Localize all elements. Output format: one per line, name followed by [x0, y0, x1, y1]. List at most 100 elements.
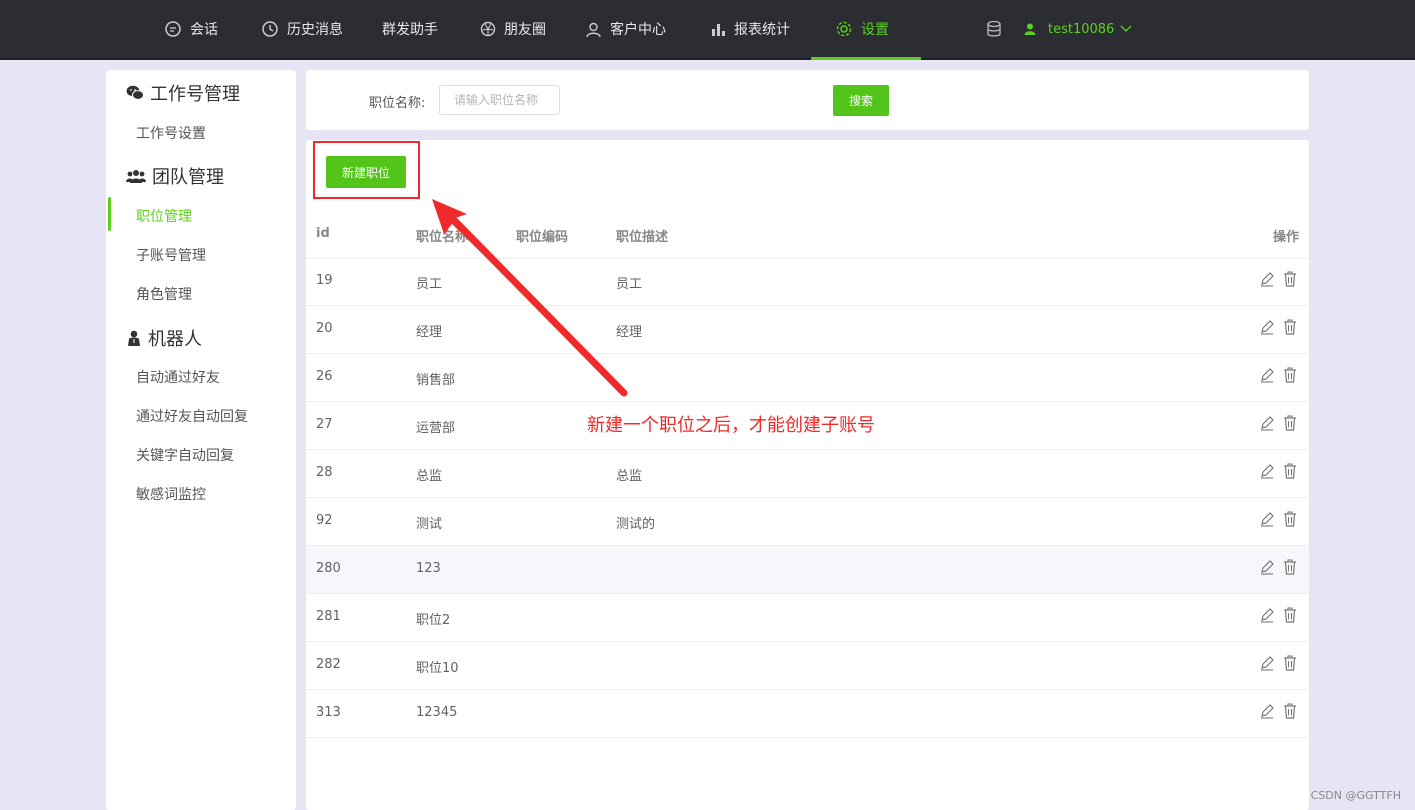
edit-icon[interactable]: [1259, 271, 1275, 287]
sidebar-group-title: 团队管理: [152, 167, 224, 188]
delete-icon[interactable]: [1283, 655, 1297, 671]
bar-chart-icon: [712, 24, 725, 36]
delete-icon[interactable]: [1283, 703, 1297, 719]
watermark: CSDN @GGTTFH: [1310, 789, 1401, 802]
active-indicator: [108, 197, 111, 231]
sidebar-group-title: 工作号管理: [150, 84, 240, 105]
row-actions: [1259, 655, 1297, 671]
edit-icon[interactable]: [1259, 415, 1275, 431]
column-header-id: id: [316, 226, 330, 241]
edit-icon[interactable]: [1259, 463, 1275, 479]
cell-id: 313: [316, 705, 341, 720]
nav-item-label: 客户中心: [610, 22, 666, 38]
cell-desc: 员工: [616, 277, 643, 292]
table-row: 92 测试 测试的: [306, 498, 1309, 546]
wechat-icon: [126, 85, 144, 100]
gear-icon: [836, 21, 852, 37]
cell-id: 28: [316, 465, 333, 480]
sidebar-item-sensitive-words[interactable]: 敏感词监控: [136, 484, 206, 504]
top-nav-bar: 会话 历史消息 群发助手 朋友圈 客户中心 报表统计 设置 test10086: [0, 0, 1415, 60]
edit-icon[interactable]: [1259, 607, 1275, 623]
table-row: 282 职位10: [306, 642, 1309, 690]
nav-item-label: 设置: [861, 22, 889, 38]
cell-id: 26: [316, 369, 333, 384]
cell-id: 280: [316, 561, 341, 576]
table-body: 19 员工 员工 20 经理 经理 26 销售部 27 运营部 28 总监 总监 92 测试 测试的 280 12…: [306, 258, 1309, 738]
annotation-text: 新建一个职位之后，才能创建子账号: [587, 415, 875, 436]
delete-icon[interactable]: [1283, 415, 1297, 431]
sidebar-item-roles[interactable]: 角色管理: [136, 284, 192, 304]
nav-item-moments[interactable]: 朋友圈: [480, 0, 546, 58]
cell-id: 20: [316, 321, 333, 336]
row-actions: [1259, 271, 1297, 287]
delete-icon[interactable]: [1283, 463, 1297, 479]
search-button[interactable]: 搜索: [833, 85, 889, 116]
nav-item-broadcast[interactable]: 群发助手: [382, 0, 438, 58]
search-label: 职位名称:: [369, 96, 426, 111]
sidebar-item-work-account-settings[interactable]: 工作号设置: [136, 123, 206, 143]
delete-icon[interactable]: [1283, 511, 1297, 527]
cell-desc: 测试的: [616, 517, 656, 532]
cell-id: 27: [316, 417, 333, 432]
search-panel: 职位名称: 搜索: [306, 70, 1309, 130]
delete-icon[interactable]: [1283, 367, 1297, 383]
delete-icon[interactable]: [1283, 607, 1297, 623]
nav-item-chat[interactable]: 会话: [164, 0, 218, 58]
sidebar-item-auto-accept[interactable]: 自动通过好友: [136, 367, 220, 387]
edit-icon[interactable]: [1259, 511, 1275, 527]
user-menu[interactable]: test10086: [1024, 0, 1132, 58]
nav-item-label: 历史消息: [287, 22, 343, 38]
edit-icon[interactable]: [1259, 703, 1275, 719]
cell-id: 282: [316, 657, 341, 672]
delete-icon[interactable]: [1283, 319, 1297, 335]
database-button[interactable]: [986, 0, 1010, 58]
cell-name: 总监: [416, 469, 443, 484]
nav-item-reports[interactable]: 报表统计: [710, 0, 790, 58]
new-position-button[interactable]: 新建职位: [326, 156, 406, 188]
sidebar-group-title: 机器人: [148, 329, 202, 350]
clock-icon: [262, 21, 278, 37]
cell-name: 员工: [416, 277, 443, 292]
table-row: 26 销售部: [306, 354, 1309, 402]
cell-name: 销售部: [416, 373, 456, 388]
nav-item-settings[interactable]: 设置: [811, 0, 921, 60]
table-row: 20 经理 经理: [306, 306, 1309, 354]
sidebar-item-keyword-reply[interactable]: 关键字自动回复: [136, 445, 234, 465]
table-row: 280 123: [306, 546, 1309, 594]
cell-desc: 总监: [616, 469, 643, 484]
cell-name: 运营部: [416, 421, 456, 436]
sidebar: 工作号管理 工作号设置 团队管理 职位管理 子账号管理 角色管理 机器人 自动通…: [106, 70, 296, 810]
user-icon: [1024, 23, 1036, 35]
row-actions: [1259, 607, 1297, 623]
row-actions: [1259, 703, 1297, 719]
chevron-down-icon: [1120, 25, 1132, 32]
cell-name: 经理: [416, 325, 443, 340]
delete-icon[interactable]: [1283, 271, 1297, 287]
edit-icon[interactable]: [1259, 367, 1275, 383]
cell-id: 281: [316, 609, 341, 624]
username: test10086: [1048, 21, 1115, 37]
nav-item-history[interactable]: 历史消息: [261, 0, 343, 58]
delete-icon[interactable]: [1283, 559, 1297, 575]
column-header-code: 职位编码: [516, 230, 569, 245]
cell-name: 12345: [416, 705, 458, 720]
row-actions: [1259, 559, 1297, 575]
sidebar-item-accept-auto-reply[interactable]: 通过好友自动回复: [136, 406, 248, 426]
aperture-icon: [480, 21, 496, 37]
edit-icon[interactable]: [1259, 655, 1275, 671]
sidebar-item-positions[interactable]: 职位管理: [136, 206, 192, 226]
cell-id: 92: [316, 513, 333, 528]
row-actions: [1259, 319, 1297, 335]
row-actions: [1259, 463, 1297, 479]
sidebar-group-work-accounts: 工作号管理: [126, 80, 240, 106]
row-actions: [1259, 415, 1297, 431]
sidebar-item-sub-accounts[interactable]: 子账号管理: [136, 245, 206, 265]
edit-icon[interactable]: [1259, 319, 1275, 335]
nav-item-customer[interactable]: 客户中心: [585, 0, 666, 58]
nav-item-label: 报表统计: [734, 22, 790, 38]
position-name-input[interactable]: [439, 85, 560, 115]
row-actions: [1259, 367, 1297, 383]
edit-icon[interactable]: [1259, 559, 1275, 575]
table-header-row: id 职位名称 职位编码 职位描述 操作: [306, 220, 1309, 250]
chat-bubble-icon: [165, 21, 181, 37]
